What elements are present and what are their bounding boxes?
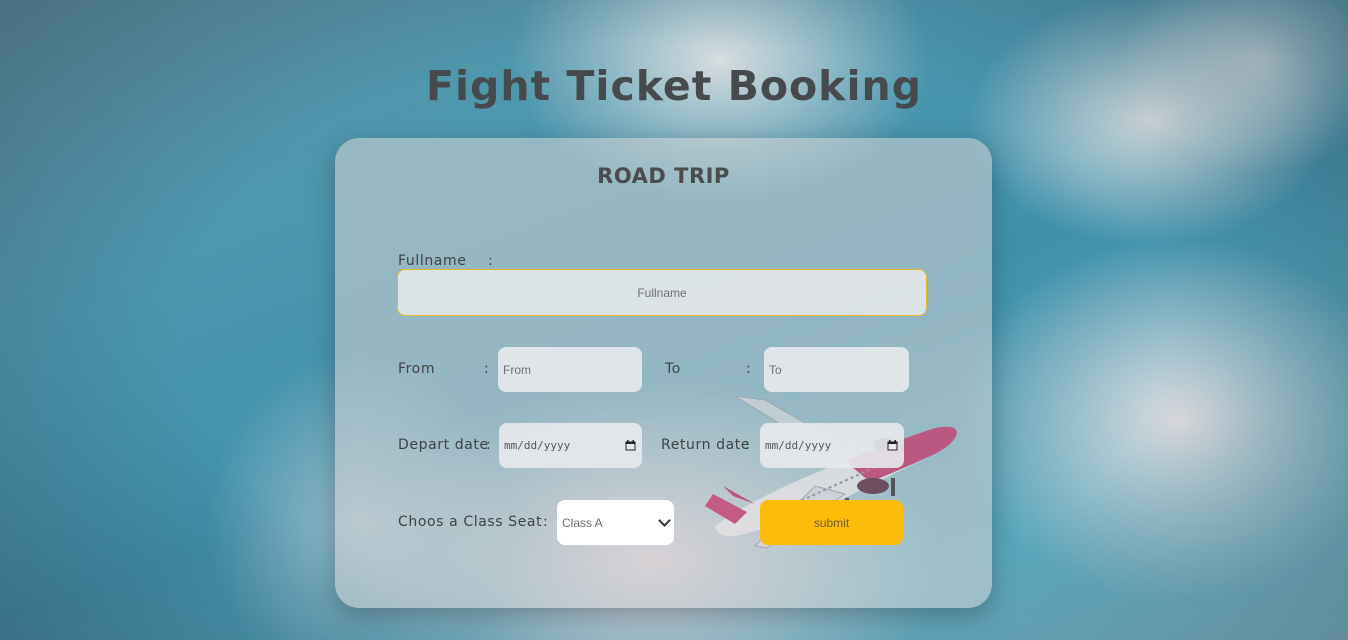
to-label: To xyxy=(665,361,681,377)
class-seat-selected: Class A xyxy=(562,515,603,530)
calendar-icon[interactable] xyxy=(887,440,898,451)
fullname-placeholder: Fullname xyxy=(637,285,687,300)
booking-form-card: ROAD TRIP Fullname : Fullname From : Fro… xyxy=(335,138,992,608)
class-seat-colon: : xyxy=(543,514,548,530)
to-placeholder: To xyxy=(769,362,782,377)
to-input[interactable]: To xyxy=(764,347,909,392)
depart-date-colon: : xyxy=(486,437,491,453)
return-date-value: mm/dd/yyyy xyxy=(765,439,832,452)
depart-date-input[interactable]: mm/dd/yyyy xyxy=(499,423,642,468)
chevron-down-icon xyxy=(658,514,671,527)
fullname-colon: : xyxy=(488,253,493,269)
to-colon: : xyxy=(746,361,751,377)
class-seat-select[interactable]: Class A xyxy=(557,500,674,545)
class-seat-label: Choos a Class Seat xyxy=(398,514,543,530)
submit-button[interactable]: submit xyxy=(760,500,903,545)
from-placeholder: From xyxy=(503,362,531,377)
calendar-icon[interactable] xyxy=(625,440,636,451)
from-input[interactable]: From xyxy=(498,347,642,392)
fullname-input[interactable]: Fullname xyxy=(397,269,927,316)
return-date-input[interactable]: mm/dd/yyyy xyxy=(760,423,904,468)
fullname-label: Fullname xyxy=(398,253,467,269)
return-date-label: Return date xyxy=(661,437,751,453)
return-date-colon: : xyxy=(745,437,750,453)
from-label: From xyxy=(398,361,436,377)
form-heading: ROAD TRIP xyxy=(597,164,730,188)
depart-date-value: mm/dd/yyyy xyxy=(504,439,571,452)
submit-button-label: submit xyxy=(813,515,850,530)
page-title: Fight Ticket Booking xyxy=(425,62,923,110)
from-colon: : xyxy=(484,361,489,377)
depart-date-label: Depart date xyxy=(398,437,489,453)
